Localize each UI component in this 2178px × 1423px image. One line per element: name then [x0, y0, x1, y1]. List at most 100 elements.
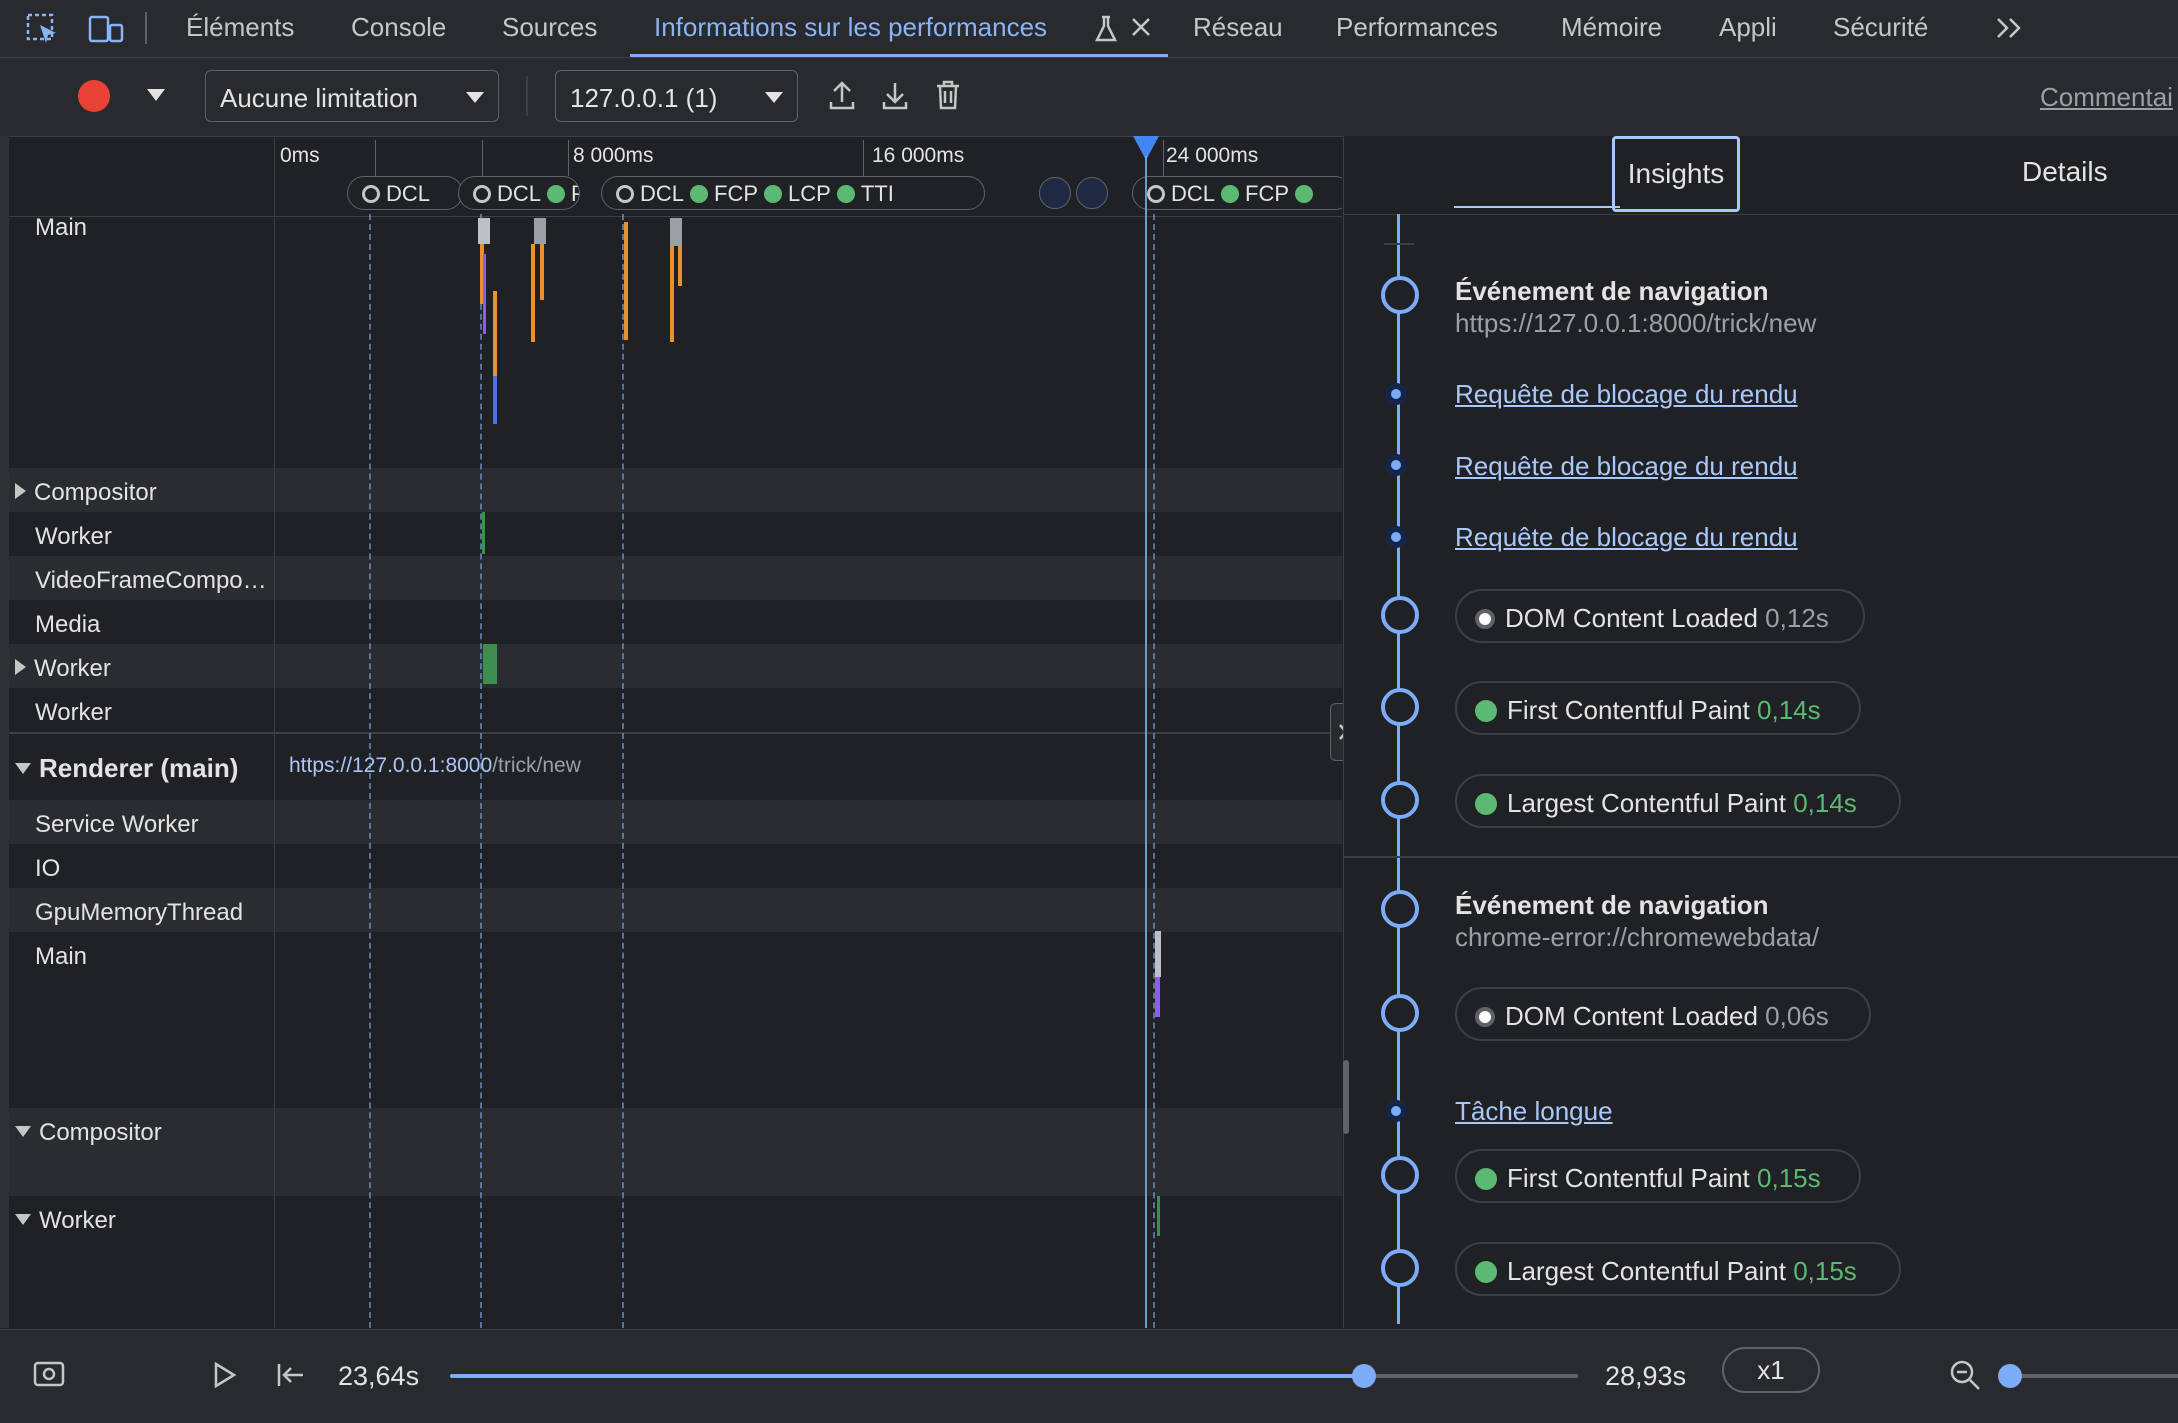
throttling-value: Aucune limitation	[220, 83, 418, 113]
tab-security[interactable]: Sécurité	[1833, 12, 1928, 43]
close-tab-icon[interactable]	[1130, 16, 1152, 38]
play-icon[interactable]	[212, 1361, 238, 1389]
left-gutter	[0, 136, 9, 1328]
task-bar[interactable]	[478, 218, 490, 244]
track-label: Worker	[34, 655, 111, 682]
tab-performance[interactable]: Performances	[1336, 12, 1498, 43]
tab-network[interactable]: Réseau	[1193, 12, 1283, 43]
track-renderer-main[interactable]: Renderer (main)	[15, 753, 238, 784]
metric-value: 0,15s	[1757, 1163, 1821, 1193]
expand-arrow-icon[interactable]	[15, 659, 26, 675]
track-label: Compositor	[39, 1119, 162, 1146]
render-blocking-link[interactable]: Requête de blocage du rendu	[1455, 451, 1798, 482]
marker-label: FCP	[1245, 181, 1290, 206]
track-compositor-expanded[interactable]: Compositor	[15, 1119, 162, 1147]
more-tabs-chevron-icon[interactable]	[1995, 16, 2025, 40]
worker-activity-bar[interactable]	[1157, 1196, 1160, 1236]
dcl-line	[1153, 214, 1155, 1328]
worker-activity-bar[interactable]	[482, 512, 485, 554]
timeline-scrollbar[interactable]	[1343, 1060, 1349, 1134]
script-bar[interactable]	[540, 244, 544, 300]
script-bar[interactable]	[670, 246, 674, 342]
target-dropdown[interactable]: 127.0.0.1 (1)	[555, 70, 798, 122]
zoom-slider-thumb[interactable]	[1998, 1364, 2022, 1388]
lcp-metric-pill[interactable]: Largest Contentful Paint 0,14s	[1455, 774, 1901, 828]
rail-stub	[1384, 243, 1414, 245]
script-bar[interactable]	[624, 222, 628, 340]
interaction-marker-icon[interactable]	[1039, 177, 1071, 209]
fcp-metric-pill[interactable]: First Contentful Paint 0,15s	[1455, 1149, 1861, 1203]
tab-console[interactable]: Console	[351, 12, 446, 43]
render-bar[interactable]	[483, 254, 486, 334]
inspect-element-icon[interactable]	[26, 13, 60, 45]
tab-memory[interactable]: Mémoire	[1561, 12, 1662, 43]
render-blocking-link[interactable]: Requête de blocage du rendu	[1455, 522, 1798, 553]
ruler-tick	[863, 140, 864, 176]
marker-group-1[interactable]: DCL	[347, 176, 463, 210]
dcl-metric-pill[interactable]: DOM Content Loaded 0,06s	[1455, 987, 1871, 1041]
device-toolbar-icon[interactable]	[88, 13, 124, 45]
script-bar[interactable]	[493, 291, 497, 381]
delete-trash-icon[interactable]	[935, 79, 961, 111]
fcp-metric-pill[interactable]: First Contentful Paint 0,14s	[1455, 681, 1861, 735]
playback-slider-thumb[interactable]	[1351, 1364, 1376, 1388]
task-bar[interactable]	[670, 218, 682, 246]
timeline-area[interactable]: 0ms 8 000ms 16 000ms 24 000ms DCL DCLP D…	[275, 136, 1342, 1328]
tab-divider	[145, 12, 147, 44]
comment-link[interactable]: Commentai	[2040, 82, 2173, 113]
tab-app[interactable]: Appli	[1719, 12, 1777, 43]
marker-group-3[interactable]: DCL FCP LCP TTI	[601, 176, 985, 210]
tab-details[interactable]: Details	[2022, 156, 2108, 188]
collapse-arrow-icon[interactable]	[15, 1126, 31, 1137]
collapse-arrow-icon[interactable]	[15, 763, 31, 774]
ruler-tick	[375, 140, 376, 176]
timeline-node	[1381, 596, 1419, 634]
renderer-url[interactable]: https://127.0.0.1:8000/trick/new	[289, 754, 581, 778]
render-bar[interactable]	[1155, 977, 1160, 1017]
zoom-slider-track[interactable]	[2010, 1374, 2178, 1378]
script-bar[interactable]	[678, 246, 682, 286]
track-label: Compositor	[34, 479, 157, 506]
tab-sources[interactable]: Sources	[502, 12, 597, 43]
experiment-flask-icon	[1094, 15, 1118, 43]
playback-slider-track[interactable]	[450, 1364, 1578, 1388]
track-worker-expanded[interactable]: Worker	[15, 1207, 116, 1235]
chevron-down-icon	[466, 92, 484, 103]
zoom-out-icon[interactable]	[1949, 1359, 1981, 1391]
track-worker: Worker	[35, 699, 112, 726]
playback-speed-button[interactable]: x1	[1722, 1347, 1820, 1393]
record-menu-caret-icon[interactable]	[147, 89, 165, 101]
render-blocking-link[interactable]: Requête de blocage du rendu	[1455, 379, 1798, 410]
upload-icon[interactable]	[828, 80, 856, 112]
track-worker-expandable[interactable]: Worker	[15, 655, 111, 683]
tab-insights[interactable]: Insights	[1612, 136, 1740, 212]
tab-elements[interactable]: Éléments	[186, 12, 294, 43]
screenshot-toggle-icon[interactable]	[33, 1360, 65, 1388]
worker-activity-bar[interactable]	[483, 644, 497, 684]
chevron-down-icon	[765, 92, 783, 103]
download-icon[interactable]	[881, 80, 909, 112]
long-task-link[interactable]: Tâche longue	[1455, 1096, 1613, 1127]
throttling-dropdown[interactable]: Aucune limitation	[205, 70, 499, 122]
skip-to-start-icon[interactable]	[276, 1361, 306, 1389]
marker-group-4[interactable]: DCL FCP	[1132, 176, 1342, 210]
track-compositor[interactable]: Compositor	[15, 479, 157, 507]
script-bar[interactable]	[531, 244, 535, 342]
track-labels-column: Main Compositor Worker VideoFrameCompo… …	[9, 136, 275, 1328]
interaction-marker-icon[interactable]	[1076, 177, 1108, 209]
task-bar[interactable]	[1155, 931, 1161, 977]
marker-group-2[interactable]: DCLP	[458, 176, 580, 210]
lcp-metric-pill[interactable]: Largest Contentful Paint 0,15s	[1455, 1242, 1901, 1296]
record-button[interactable]	[78, 80, 110, 112]
render-bar[interactable]	[493, 376, 497, 424]
expand-arrow-icon[interactable]	[15, 483, 26, 499]
dcl-metric-pill[interactable]: DOM Content Loaded 0,12s	[1455, 589, 1865, 643]
task-bar[interactable]	[534, 218, 546, 244]
collapse-arrow-icon[interactable]	[15, 1214, 31, 1225]
dcl-marker-icon	[362, 185, 380, 203]
marker-label: DCL	[640, 181, 685, 206]
track-main-bottom: Main	[35, 943, 88, 970]
track-service-worker: Service Worker	[35, 811, 199, 838]
tab-performance-insights[interactable]: Informations sur les performances	[654, 12, 1047, 43]
ruler-label-16000: 16 000ms	[872, 144, 965, 167]
